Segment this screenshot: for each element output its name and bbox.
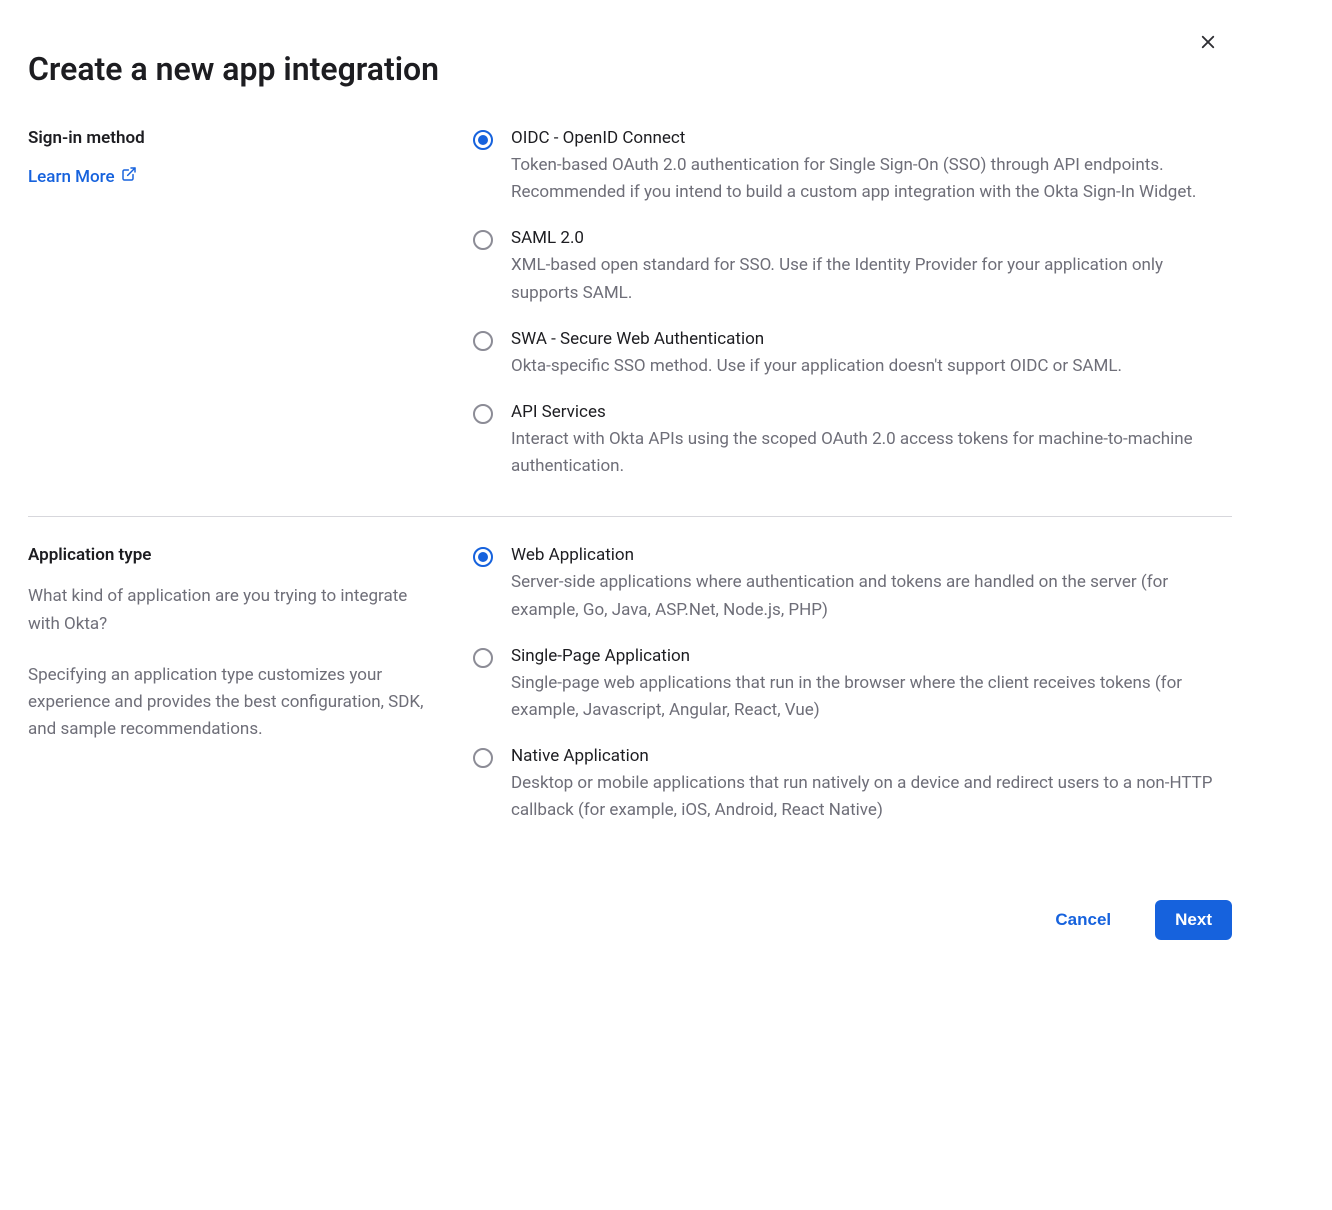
option-title: SWA - Secure Web Authentication bbox=[511, 329, 1232, 349]
option-body: SWA - Secure Web Authentication Okta-spe… bbox=[511, 329, 1232, 380]
radio-oidc[interactable] bbox=[473, 130, 493, 150]
apptype-option-web[interactable]: Web Application Server-side applications… bbox=[473, 545, 1232, 623]
option-desc: Token-based OAuth 2.0 authentication for… bbox=[511, 152, 1232, 206]
close-button[interactable] bbox=[1194, 30, 1222, 58]
cancel-button[interactable]: Cancel bbox=[1035, 900, 1131, 940]
option-body: SAML 2.0 XML-based open standard for SSO… bbox=[511, 228, 1232, 306]
signin-option-saml[interactable]: SAML 2.0 XML-based open standard for SSO… bbox=[473, 228, 1232, 306]
radio-native[interactable] bbox=[473, 748, 493, 768]
signin-option-oidc[interactable]: OIDC - OpenID Connect Token-based OAuth … bbox=[473, 128, 1232, 206]
signin-option-swa[interactable]: SWA - Secure Web Authentication Okta-spe… bbox=[473, 329, 1232, 380]
signin-options: OIDC - OpenID Connect Token-based OAuth … bbox=[473, 128, 1232, 480]
section-signin-left: Sign-in method Learn More bbox=[28, 128, 473, 187]
option-title: SAML 2.0 bbox=[511, 228, 1232, 248]
section-apptype-left: Application type What kind of applicatio… bbox=[28, 545, 473, 767]
radio-spa[interactable] bbox=[473, 648, 493, 668]
option-body: API Services Interact with Okta APIs usi… bbox=[511, 402, 1232, 480]
radio-swa[interactable] bbox=[473, 331, 493, 351]
apptype-option-spa[interactable]: Single-Page Application Single-page web … bbox=[473, 646, 1232, 724]
option-title: Native Application bbox=[511, 746, 1232, 766]
option-body: Single-Page Application Single-page web … bbox=[511, 646, 1232, 724]
option-title: OIDC - OpenID Connect bbox=[511, 128, 1232, 148]
option-title: API Services bbox=[511, 402, 1232, 422]
radio-web[interactable] bbox=[473, 547, 493, 567]
radio-saml[interactable] bbox=[473, 230, 493, 250]
apptype-option-native[interactable]: Native Application Desktop or mobile app… bbox=[473, 746, 1232, 824]
signin-option-api[interactable]: API Services Interact with Okta APIs usi… bbox=[473, 402, 1232, 480]
radio-api[interactable] bbox=[473, 404, 493, 424]
dialog-title: Create a new app integration bbox=[28, 20, 1232, 128]
option-body: Web Application Server-side applications… bbox=[511, 545, 1232, 623]
apptype-heading: Application type bbox=[28, 545, 443, 565]
option-desc: Interact with Okta APIs using the scoped… bbox=[511, 426, 1232, 480]
option-title: Single-Page Application bbox=[511, 646, 1232, 666]
dialog-footer: Cancel Next bbox=[28, 860, 1232, 940]
signin-heading: Sign-in method bbox=[28, 128, 443, 148]
option-desc: Desktop or mobile applications that run … bbox=[511, 770, 1232, 824]
next-button[interactable]: Next bbox=[1155, 900, 1232, 940]
learn-more-link[interactable]: Learn More bbox=[28, 166, 137, 187]
apptype-options: Web Application Server-side applications… bbox=[473, 545, 1232, 824]
option-desc: Okta-specific SSO method. Use if your ap… bbox=[511, 353, 1232, 380]
apptype-help-note: Specifying an application type customize… bbox=[28, 662, 443, 744]
option-desc: Single-page web applications that run in… bbox=[511, 670, 1232, 724]
option-desc: Server-side applications where authentic… bbox=[511, 569, 1232, 623]
option-desc: XML-based open standard for SSO. Use if … bbox=[511, 252, 1232, 306]
option-body: Native Application Desktop or mobile app… bbox=[511, 746, 1232, 824]
option-title: Web Application bbox=[511, 545, 1232, 565]
section-signin-method: Sign-in method Learn More OIDC - OpenID … bbox=[28, 128, 1232, 516]
section-application-type: Application type What kind of applicatio… bbox=[28, 516, 1232, 860]
learn-more-label: Learn More bbox=[28, 167, 115, 187]
close-icon bbox=[1199, 33, 1217, 55]
option-body: OIDC - OpenID Connect Token-based OAuth … bbox=[511, 128, 1232, 206]
apptype-help-question: What kind of application are you trying … bbox=[28, 583, 443, 637]
external-link-icon bbox=[121, 166, 137, 187]
